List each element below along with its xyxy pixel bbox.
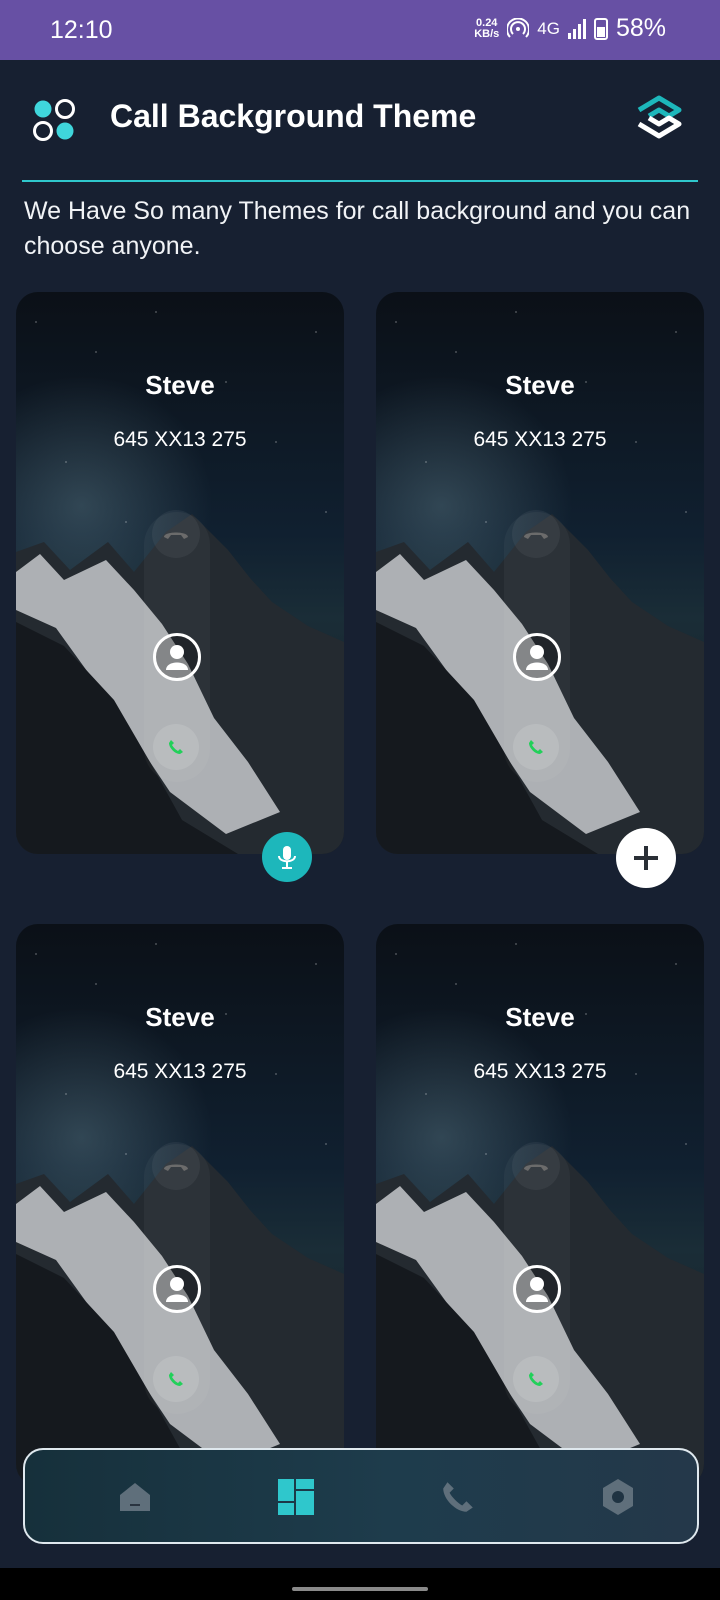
page-description: We Have So many Themes for call backgrou… [24, 197, 691, 260]
caller-name: Steve [505, 1002, 575, 1032]
user-avatar-icon [526, 645, 548, 670]
apps-menu-icon[interactable] [32, 98, 76, 142]
decline-button[interactable] [152, 1142, 200, 1190]
themes-icon [278, 1479, 314, 1515]
add-theme-button[interactable] [616, 828, 676, 888]
bottom-navigation [23, 1448, 699, 1544]
battery-level: 58% [615, 14, 666, 42]
app-logo-icon[interactable] [632, 92, 686, 148]
theme-card-4[interactable]: Steve 645 XX13 275 [376, 924, 704, 1486]
phone-icon [529, 740, 543, 754]
phone-icon [443, 1482, 473, 1512]
phone-hangup-icon [524, 1164, 548, 1171]
network-speed: 0.24 KB/s [474, 16, 500, 40]
phone-hangup-icon [524, 532, 548, 539]
avatar [513, 1265, 561, 1313]
caller-number: 645 XX13 275 [113, 428, 247, 451]
caller-number: 645 XX13 275 [113, 1060, 247, 1083]
nav-themes[interactable] [271, 1472, 321, 1522]
status-bar: 12:10 0.24 KB/s 4G 58% [0, 0, 720, 60]
plus-icon [634, 846, 658, 870]
settings-icon [603, 1479, 633, 1515]
caller-number: 645 XX13 275 [473, 1060, 607, 1083]
theme-card-3[interactable]: Steve 645 XX13 275 [16, 924, 344, 1486]
decline-button[interactable] [512, 510, 560, 558]
decline-button[interactable] [512, 1142, 560, 1190]
caller-name: Steve [145, 1002, 215, 1032]
home-indicator[interactable] [292, 1587, 428, 1591]
page-title: Call Background Theme [110, 98, 477, 134]
theme-card-2[interactable]: Steve 645 XX13 275 [376, 292, 704, 854]
caller-name: Steve [505, 370, 575, 400]
gesture-bar [0, 1568, 720, 1600]
network-type: 4G [537, 18, 560, 38]
signal-icon [567, 18, 586, 39]
avatar [513, 633, 561, 681]
theme-card-1[interactable]: Steve 645 XX13 275 [16, 292, 344, 854]
phone-icon [169, 740, 183, 754]
status-time: 12:10 [50, 16, 113, 44]
accept-button[interactable] [153, 724, 199, 770]
hotspot-icon [507, 17, 530, 38]
mic-icon [278, 846, 296, 869]
user-avatar-icon [166, 1277, 188, 1302]
phone-hangup-icon [164, 532, 188, 539]
phone-icon [529, 1372, 543, 1386]
decline-button[interactable] [152, 510, 200, 558]
phone-icon [169, 1372, 183, 1386]
nav-settings[interactable] [593, 1472, 643, 1522]
caller-name: Steve [145, 370, 215, 400]
phone-hangup-icon [164, 1164, 188, 1171]
battery-icon [593, 17, 608, 40]
accept-button[interactable] [513, 1356, 559, 1402]
accept-button[interactable] [513, 724, 559, 770]
avatar [153, 1265, 201, 1313]
header-divider [22, 180, 698, 182]
user-avatar-icon [166, 645, 188, 670]
nav-call[interactable] [433, 1472, 483, 1522]
accept-button[interactable] [153, 1356, 199, 1402]
status-icons: 0.24 KB/s 4G 58% [474, 14, 666, 43]
user-avatar-icon [526, 1277, 548, 1302]
voice-ringtone-button[interactable] [262, 832, 312, 882]
home-icon [120, 1483, 150, 1511]
nav-home[interactable] [110, 1472, 160, 1522]
caller-number: 645 XX13 275 [473, 428, 607, 451]
avatar [153, 633, 201, 681]
